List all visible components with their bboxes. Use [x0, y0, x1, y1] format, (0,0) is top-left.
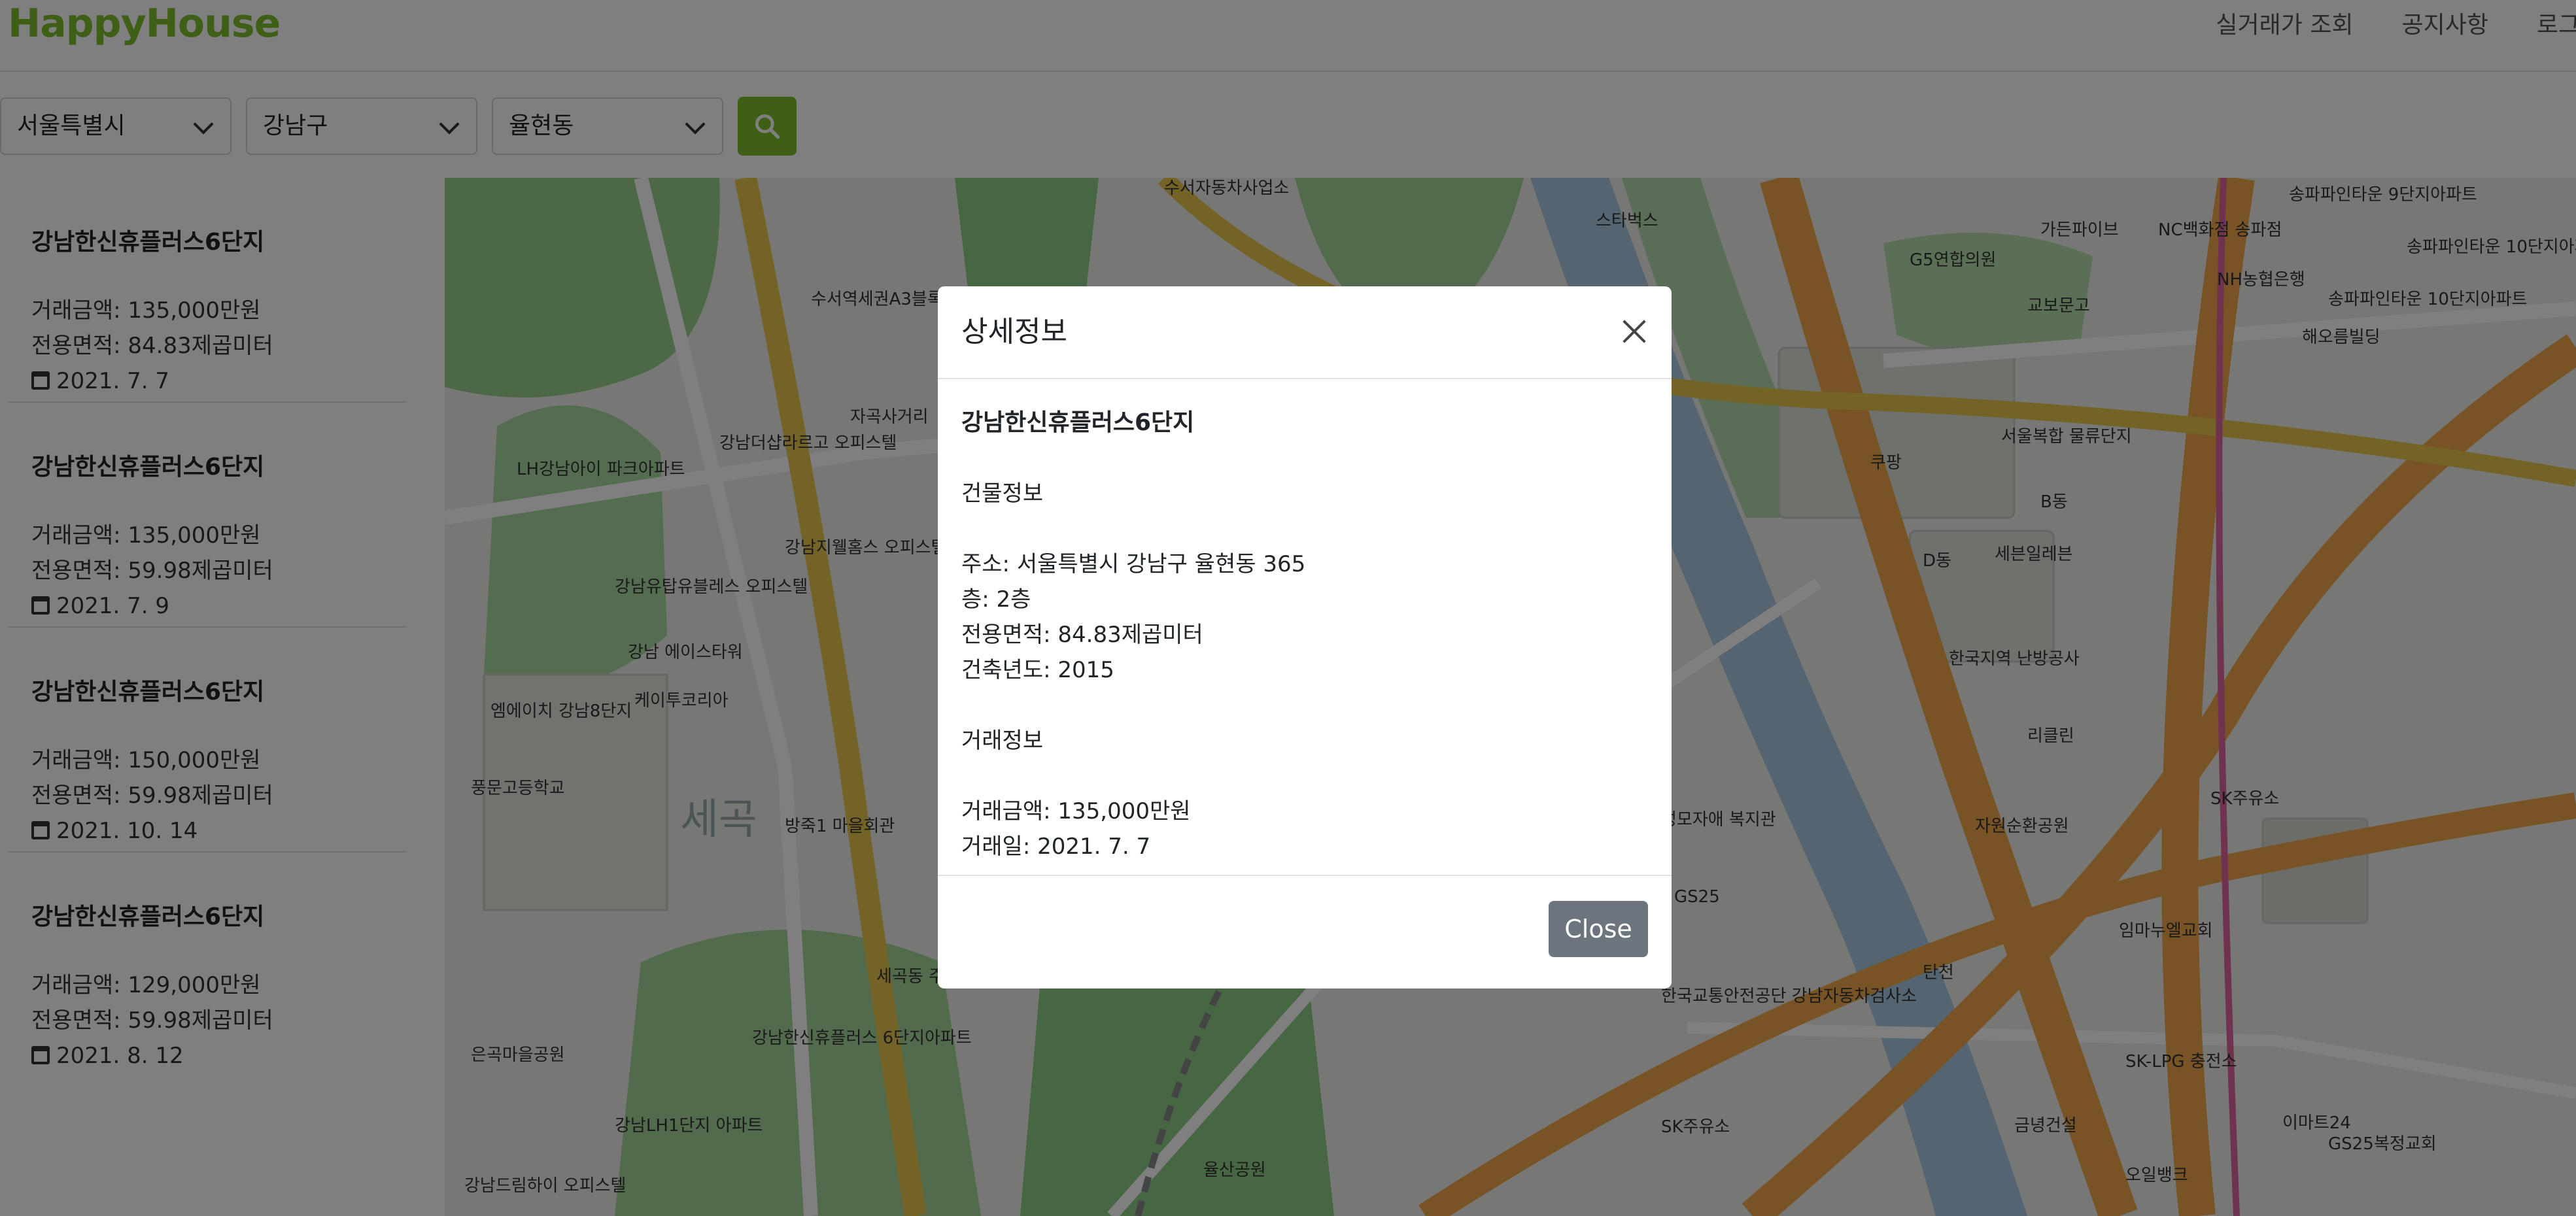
close-icon[interactable] — [1618, 315, 1651, 348]
detail-modal: 상세정보 강남한신휴플러스6단지 건물정보 주소: 서울특별시 강남구 율현동 … — [938, 286, 1672, 988]
building-section-heading: 건물정보 — [961, 481, 1044, 507]
close-button[interactable]: Close — [1549, 901, 1648, 957]
modal-header: 상세정보 — [938, 286, 1672, 379]
detail-deal-date: 거래일: 2021. 7. 7 — [961, 834, 1151, 860]
detail-area: 전용면적: 84.83제곱미터 — [961, 622, 1203, 648]
deal-section-heading: 거래정보 — [961, 728, 1044, 754]
modal-title: 상세정보 — [961, 315, 1067, 348]
detail-address: 주소: 서울특별시 강남구 율현동 365 — [961, 551, 1306, 577]
detail-price: 거래금액: 135,000만원 — [961, 798, 1191, 824]
detail-built-year: 건축년도: 2015 — [961, 657, 1114, 683]
detail-floor: 층: 2층 — [961, 586, 1031, 613]
modal-footer: Close — [938, 876, 1672, 987]
detail-apt-name: 강남한신휴플러스6단지 — [961, 409, 1195, 436]
modal-body: 강남한신휴플러스6단지 건물정보 주소: 서울특별시 강남구 율현동 365 층… — [938, 379, 1672, 876]
